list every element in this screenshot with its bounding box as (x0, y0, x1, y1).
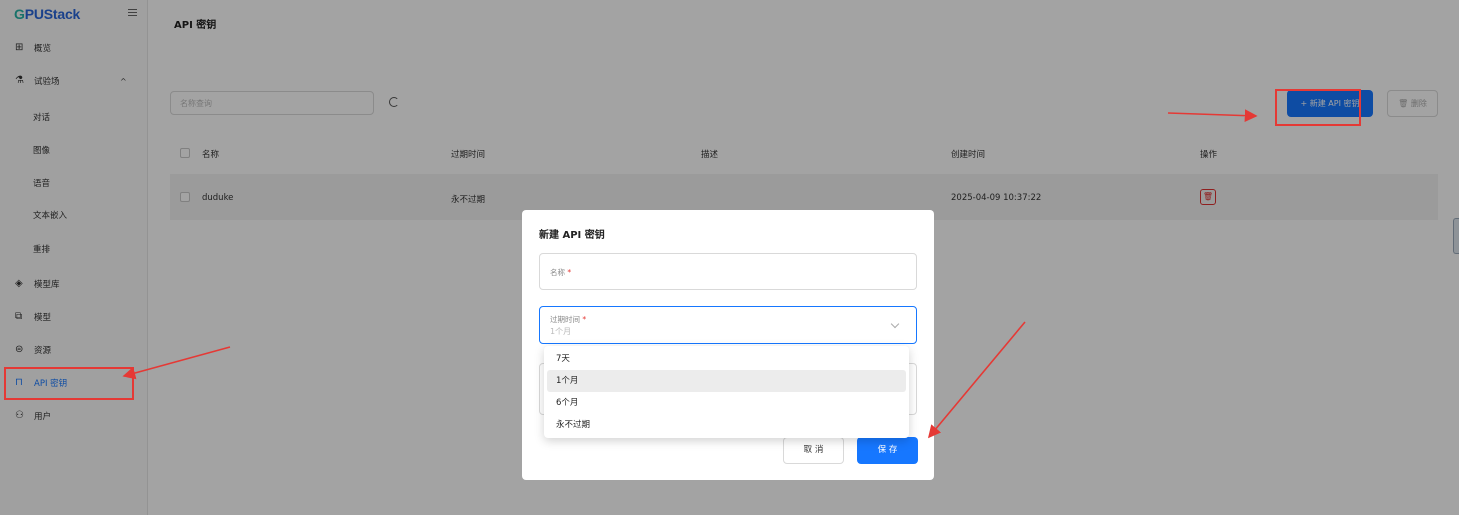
arrow-to-save (927, 321, 1026, 439)
arrow-to-sidebar (122, 346, 231, 380)
annotation-arrows (122, 109, 1258, 439)
arrow-to-new-button (1167, 109, 1258, 123)
